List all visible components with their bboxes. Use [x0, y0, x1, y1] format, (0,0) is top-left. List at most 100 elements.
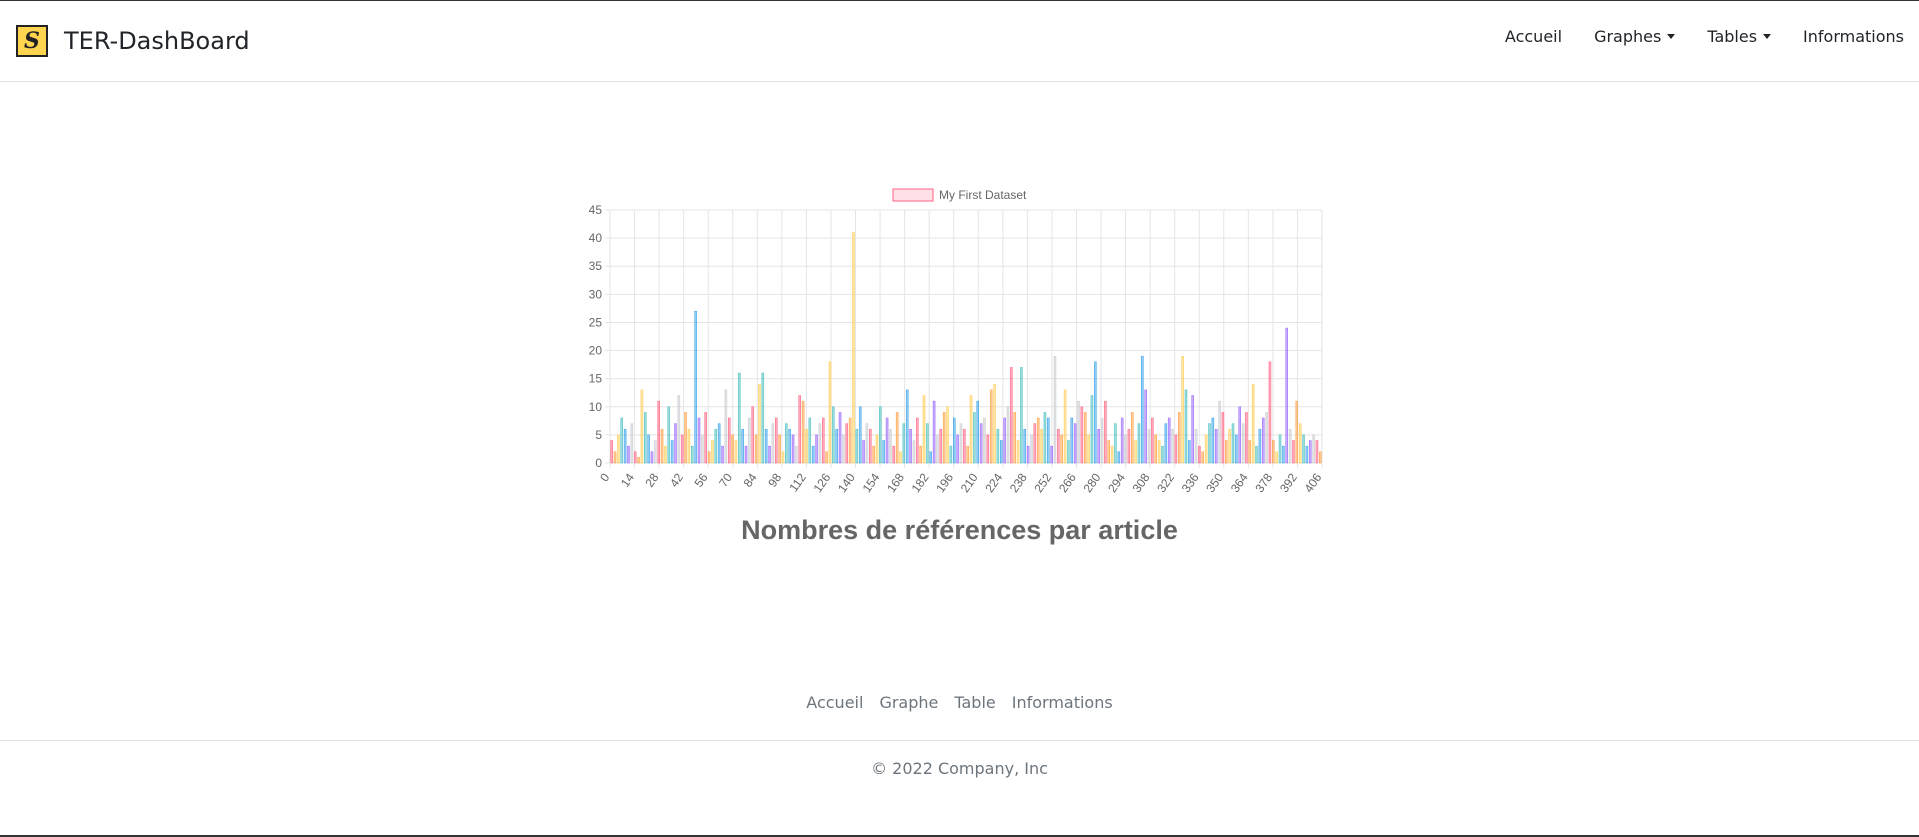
- chart-bar: [1282, 445, 1285, 464]
- x-tick-label: 378: [1252, 470, 1275, 495]
- chart-bar: [862, 440, 865, 464]
- chart-bar: [1087, 434, 1090, 464]
- chart-bar: [1033, 423, 1037, 464]
- legend-swatch[interactable]: [892, 188, 934, 202]
- chart-bar: [1308, 440, 1312, 464]
- y-tick-label: 15: [589, 372, 603, 386]
- chart-bar: [919, 445, 922, 464]
- chart-bar: [744, 445, 748, 464]
- chart-bar: [1285, 327, 1288, 464]
- nav-item-accueil[interactable]: Accueil: [1505, 27, 1562, 46]
- x-tick-label: 392: [1277, 470, 1300, 495]
- x-tick-label: 168: [884, 470, 907, 495]
- legend-label[interactable]: My First Dataset: [939, 188, 1027, 202]
- chart-bar: [771, 423, 775, 464]
- chart-bar: [701, 434, 704, 464]
- chart-bar: [1104, 400, 1107, 464]
- chart-bar: [855, 429, 859, 464]
- chart-bar: [936, 434, 939, 464]
- chart-bar: [650, 451, 654, 464]
- x-tick-label: 350: [1203, 470, 1226, 495]
- chart-bar: [952, 417, 956, 464]
- chart-bar: [751, 406, 754, 464]
- footer-link-graphe[interactable]: Graphe: [879, 693, 938, 712]
- x-tick-label: 336: [1179, 470, 1202, 495]
- chart-bar: [969, 395, 973, 464]
- chart-bar: [1141, 355, 1144, 464]
- chart-bar: [905, 389, 909, 464]
- chart-bar: [1107, 440, 1110, 464]
- x-tick-label: 0: [597, 470, 612, 484]
- chart-bar: [727, 417, 731, 464]
- chart-bar: [640, 389, 644, 464]
- chart-bar: [875, 434, 879, 464]
- chart-bar: [795, 445, 798, 464]
- chart-bar: [899, 451, 902, 464]
- chart-bar: [828, 361, 832, 464]
- x-tick-label: 70: [716, 470, 735, 489]
- chart-bar: [1211, 417, 1215, 464]
- chart-title: Nombres de références par article: [741, 515, 1178, 545]
- chart-bar: [1188, 440, 1191, 464]
- chart-bar: [778, 434, 781, 464]
- chart-bar: [1305, 445, 1309, 464]
- chart-bar: [717, 423, 721, 464]
- chart-bar: [1154, 434, 1158, 464]
- x-tick-label: 28: [642, 470, 661, 489]
- chart-bar: [677, 395, 681, 464]
- chart-bar: [670, 440, 674, 464]
- chart-bar: [1295, 400, 1299, 464]
- chart-bar: [768, 445, 771, 464]
- chart-bar: [791, 434, 795, 464]
- chart-bar: [754, 434, 758, 464]
- chart-bar: [1047, 417, 1050, 464]
- footer-link-informations[interactable]: Informations: [1012, 693, 1113, 712]
- chart-bar: [1117, 451, 1121, 464]
- chart-bar: [785, 423, 788, 464]
- chart-bar: [1278, 434, 1282, 464]
- chart-bar: [956, 434, 959, 464]
- chart-bar: [1275, 451, 1278, 464]
- caret-down-icon: [1763, 34, 1772, 39]
- chart-bar: [1218, 400, 1221, 464]
- chart-bar: [946, 406, 949, 464]
- chart-bar: [932, 400, 936, 464]
- chart-bar: [1003, 417, 1006, 464]
- chart-bar: [1114, 423, 1117, 464]
- chart-bar: [1198, 445, 1201, 464]
- chart-bar: [1016, 440, 1020, 464]
- footer-link-accueil[interactable]: Accueil: [806, 693, 863, 712]
- chart-bar: [1261, 417, 1265, 464]
- chart-bar: [865, 423, 869, 464]
- y-tick-label: 30: [589, 287, 603, 301]
- chart-bar: [912, 440, 916, 464]
- y-tick-label: 5: [595, 428, 602, 442]
- chart-bar: [1100, 417, 1104, 464]
- y-tick-label: 0: [595, 456, 602, 470]
- chart-bar: [1312, 434, 1315, 464]
- x-tick-label: 56: [692, 470, 711, 489]
- x-tick-label: 196: [933, 470, 956, 495]
- chart-bar: [1201, 451, 1205, 464]
- chart-bar: [761, 372, 765, 464]
- y-tick-label: 20: [589, 344, 603, 358]
- nav-item-graphes-dropdown[interactable]: Graphes: [1594, 27, 1676, 46]
- nav-item-label: Graphes: [1594, 27, 1662, 46]
- chart-bar: [721, 445, 724, 464]
- brand-link[interactable]: S TER-DashBoard: [16, 25, 250, 57]
- chart-bar: [1204, 434, 1208, 464]
- chart-bar: [1013, 412, 1016, 464]
- x-tick-label: 126: [810, 470, 833, 495]
- nav-item-tables-dropdown[interactable]: Tables: [1707, 27, 1772, 46]
- chart-bar: [1060, 434, 1063, 464]
- chart-bar: [942, 412, 946, 464]
- copyright-text: © 2022 Company, Inc: [871, 759, 1048, 778]
- footer-link-table[interactable]: Table: [954, 693, 995, 712]
- nav-item-informations[interactable]: Informations: [1803, 27, 1904, 46]
- nav-item-label: Informations: [1803, 27, 1904, 46]
- chart-bar: [1110, 445, 1114, 464]
- chart-bar: [1251, 384, 1255, 464]
- chart-bar: [1194, 429, 1198, 464]
- chart-bar: [617, 434, 620, 464]
- chart-bar: [1302, 434, 1305, 464]
